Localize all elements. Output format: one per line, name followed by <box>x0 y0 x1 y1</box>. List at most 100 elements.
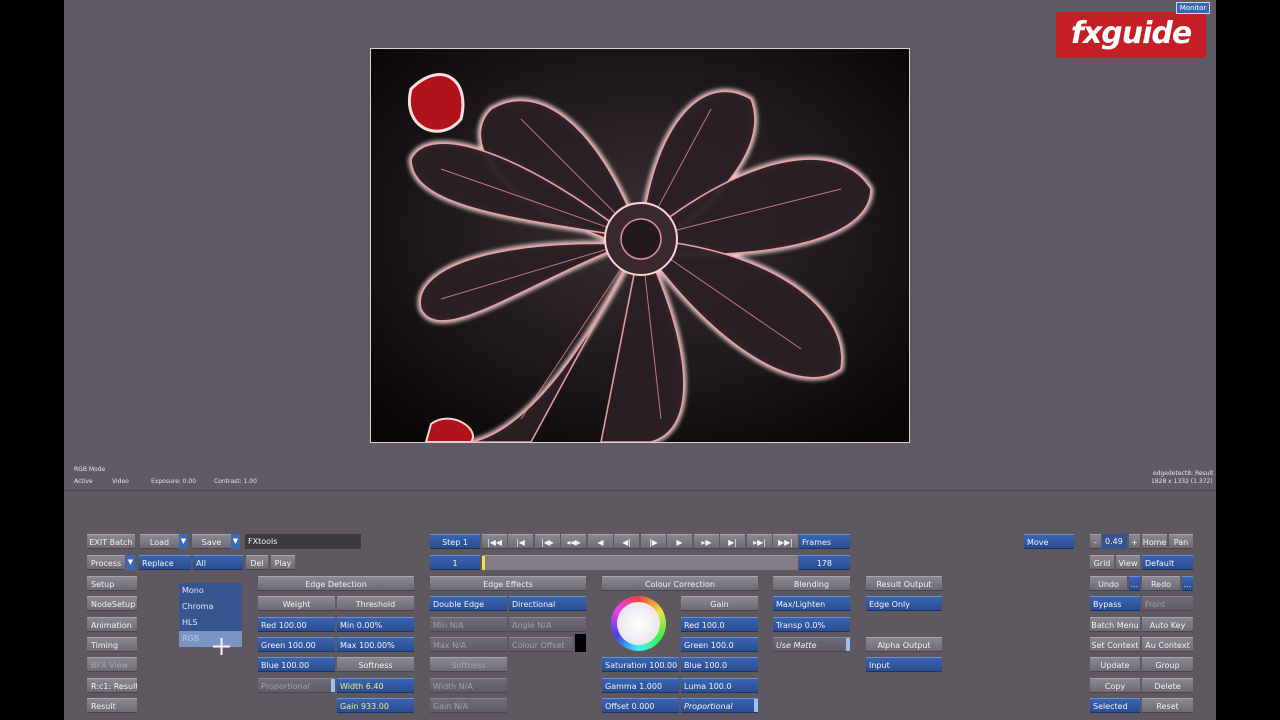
mode-menu[interactable]: Mono Chroma HLS RGB <box>179 583 242 647</box>
alpha-output-field[interactable]: Input <box>866 657 942 672</box>
menu-item-hls[interactable]: HLS <box>179 615 242 631</box>
bypass-toggle[interactable]: Bypass <box>1090 596 1140 611</box>
gain-green-field[interactable]: Green 100.0 <box>681 637 758 652</box>
step-forward-button[interactable]: |▶ <box>641 534 666 549</box>
view-button[interactable]: View <box>1116 555 1140 570</box>
prev-key-button[interactable]: |◀ <box>508 534 533 549</box>
total-frames-field[interactable]: 178 <box>799 555 850 570</box>
nodesetup-button[interactable]: NodeSetup <box>87 596 137 611</box>
default-view-field[interactable]: Default <box>1142 555 1193 570</box>
next-mark-button[interactable]: ▶| <box>720 534 745 549</box>
weight-proportional-toggle[interactable]: Proportional <box>258 678 335 693</box>
copy-button[interactable]: Copy <box>1090 678 1140 693</box>
au-context-button[interactable]: Au Context <box>1142 637 1193 652</box>
play-backward-button[interactable]: ◀ <box>588 534 613 549</box>
setup-name-field[interactable]: FXtools <box>245 534 361 549</box>
next-key-button[interactable]: ▸▶| <box>747 534 772 549</box>
gain-red-field[interactable]: Red 100.0 <box>681 617 758 632</box>
effects-width-field[interactable]: Width N/A <box>430 678 507 693</box>
threshold-min-field[interactable]: Min 0.00% <box>337 617 414 632</box>
step-back-button[interactable]: ◀| <box>614 534 639 549</box>
redo-list-button[interactable]: ... <box>1182 576 1193 591</box>
selected-toggle[interactable]: Selected <box>1090 698 1140 713</box>
pan-button[interactable]: Pan <box>1169 534 1193 549</box>
angle-field[interactable]: Angle N/A <box>509 617 586 632</box>
undo-list-button[interactable]: ... <box>1129 576 1140 591</box>
menu-item-chroma[interactable]: Chroma <box>179 599 242 615</box>
batch-menu-button[interactable]: Batch Menu <box>1090 617 1140 632</box>
weight-red-field[interactable]: Red 100.00 <box>258 617 335 632</box>
prev-mark-button[interactable]: |◀▸ <box>535 534 560 549</box>
frames-toggle[interactable]: Frames <box>799 534 850 549</box>
double-edge-toggle[interactable]: Double Edge <box>430 596 507 611</box>
weight-green-field[interactable]: Green 100.00 <box>258 637 335 652</box>
softness-gain-field[interactable]: Gain 933.00 <box>337 698 414 713</box>
animation-button[interactable]: Animation <box>87 617 137 632</box>
gain-blue-field[interactable]: Blue 100.0 <box>681 657 758 672</box>
threshold-max-field[interactable]: Max 100.00% <box>337 637 414 652</box>
delete-button[interactable]: Delete <box>1142 678 1193 693</box>
play-button[interactable]: Play <box>271 555 295 570</box>
process-dropdown-icon[interactable]: ▼ <box>126 555 135 570</box>
zoom-in-button[interactable]: + <box>1129 534 1140 549</box>
goto-end-button[interactable]: ▶▶| <box>773 534 798 549</box>
exit-batch-button[interactable]: EXIT Batch <box>87 534 135 549</box>
use-matte-toggle[interactable]: Use Matte <box>773 637 850 652</box>
colour-wheel[interactable] <box>611 596 666 651</box>
weight-blue-field[interactable]: Blue 100.00 <box>258 657 335 672</box>
grid-button[interactable]: Grid <box>1090 555 1114 570</box>
blend-mode-field[interactable]: Max/Lighten <box>773 596 850 611</box>
redo-button[interactable]: Redo <box>1142 576 1180 591</box>
replace-toggle[interactable]: Replace <box>139 555 191 570</box>
group-button[interactable]: Group <box>1142 657 1193 672</box>
result-output-field[interactable]: Edge Only <box>866 596 942 611</box>
colour-offset-button[interactable]: Colour Offset <box>509 637 573 652</box>
current-frame-field[interactable]: 1 <box>430 555 480 570</box>
result-button[interactable]: Result <box>87 698 137 713</box>
set-context-button[interactable]: Set Context <box>1090 637 1140 652</box>
process-button[interactable]: Process <box>87 555 125 570</box>
play-forward-button[interactable]: ▶ <box>667 534 692 549</box>
reset-button[interactable]: Reset <box>1142 698 1193 713</box>
effects-min-field[interactable]: Min N/A <box>430 617 507 632</box>
gain-proportional-toggle[interactable]: Proportional <box>681 698 758 713</box>
offset-field[interactable]: Offset 0.000 <box>602 698 679 713</box>
softness-width-field[interactable]: Width 6.40 <box>337 678 414 693</box>
directional-toggle[interactable]: Directional <box>509 596 586 611</box>
context-result-button[interactable]: R:c1: Result : <box>87 678 137 693</box>
front-field[interactable]: Front <box>1142 596 1193 611</box>
saturation-field[interactable]: Saturation 100.00 <box>602 657 679 672</box>
update-button[interactable]: Update <box>1090 657 1140 672</box>
shuttle-back-button[interactable]: ◂◀▸ <box>561 534 586 549</box>
move-toggle[interactable]: Move <box>1024 534 1074 549</box>
colour-offset-swatch[interactable] <box>575 634 586 652</box>
menu-item-rgb[interactable]: RGB <box>179 631 242 647</box>
timing-button[interactable]: Timing <box>87 637 137 652</box>
effects-max-field[interactable]: Max N/A <box>430 637 507 652</box>
all-toggle[interactable]: All <box>193 555 243 570</box>
goto-start-button[interactable]: |◀◀ <box>482 534 507 549</box>
home-button[interactable]: Home <box>1142 534 1167 549</box>
gamma-field[interactable]: Gamma 1.000 <box>602 678 679 693</box>
zoom-field[interactable]: 0.49 <box>1102 534 1127 549</box>
save-button[interactable]: Save <box>192 534 231 549</box>
playhead-marker[interactable] <box>482 556 485 570</box>
undo-button[interactable]: Undo <box>1090 576 1127 591</box>
auto-key-button[interactable]: Auto Key <box>1142 617 1193 632</box>
del-button[interactable]: Del <box>246 555 268 570</box>
setup-button[interactable]: Setup <box>87 576 137 591</box>
bfx-view-button[interactable]: BFX View <box>87 657 137 672</box>
save-dropdown-icon[interactable]: ▼ <box>231 534 240 549</box>
shuttle-forward-button[interactable]: ▸▶ <box>694 534 719 549</box>
load-button[interactable]: Load <box>140 534 179 549</box>
timeline-scrubber[interactable] <box>482 555 798 570</box>
effects-gain-field[interactable]: Gain N/A <box>430 698 507 713</box>
transparency-field[interactable]: Transp 0.0% <box>773 617 850 632</box>
zoom-out-button[interactable]: - <box>1090 534 1101 549</box>
load-dropdown-icon[interactable]: ▼ <box>179 534 188 549</box>
step-toggle[interactable]: Step 1 <box>430 534 480 549</box>
menu-item-mono[interactable]: Mono <box>179 583 242 599</box>
gain-luma-field[interactable]: Luma 100.0 <box>681 678 758 693</box>
weight-label: Weight <box>258 596 335 611</box>
result-viewer[interactable] <box>370 48 910 443</box>
